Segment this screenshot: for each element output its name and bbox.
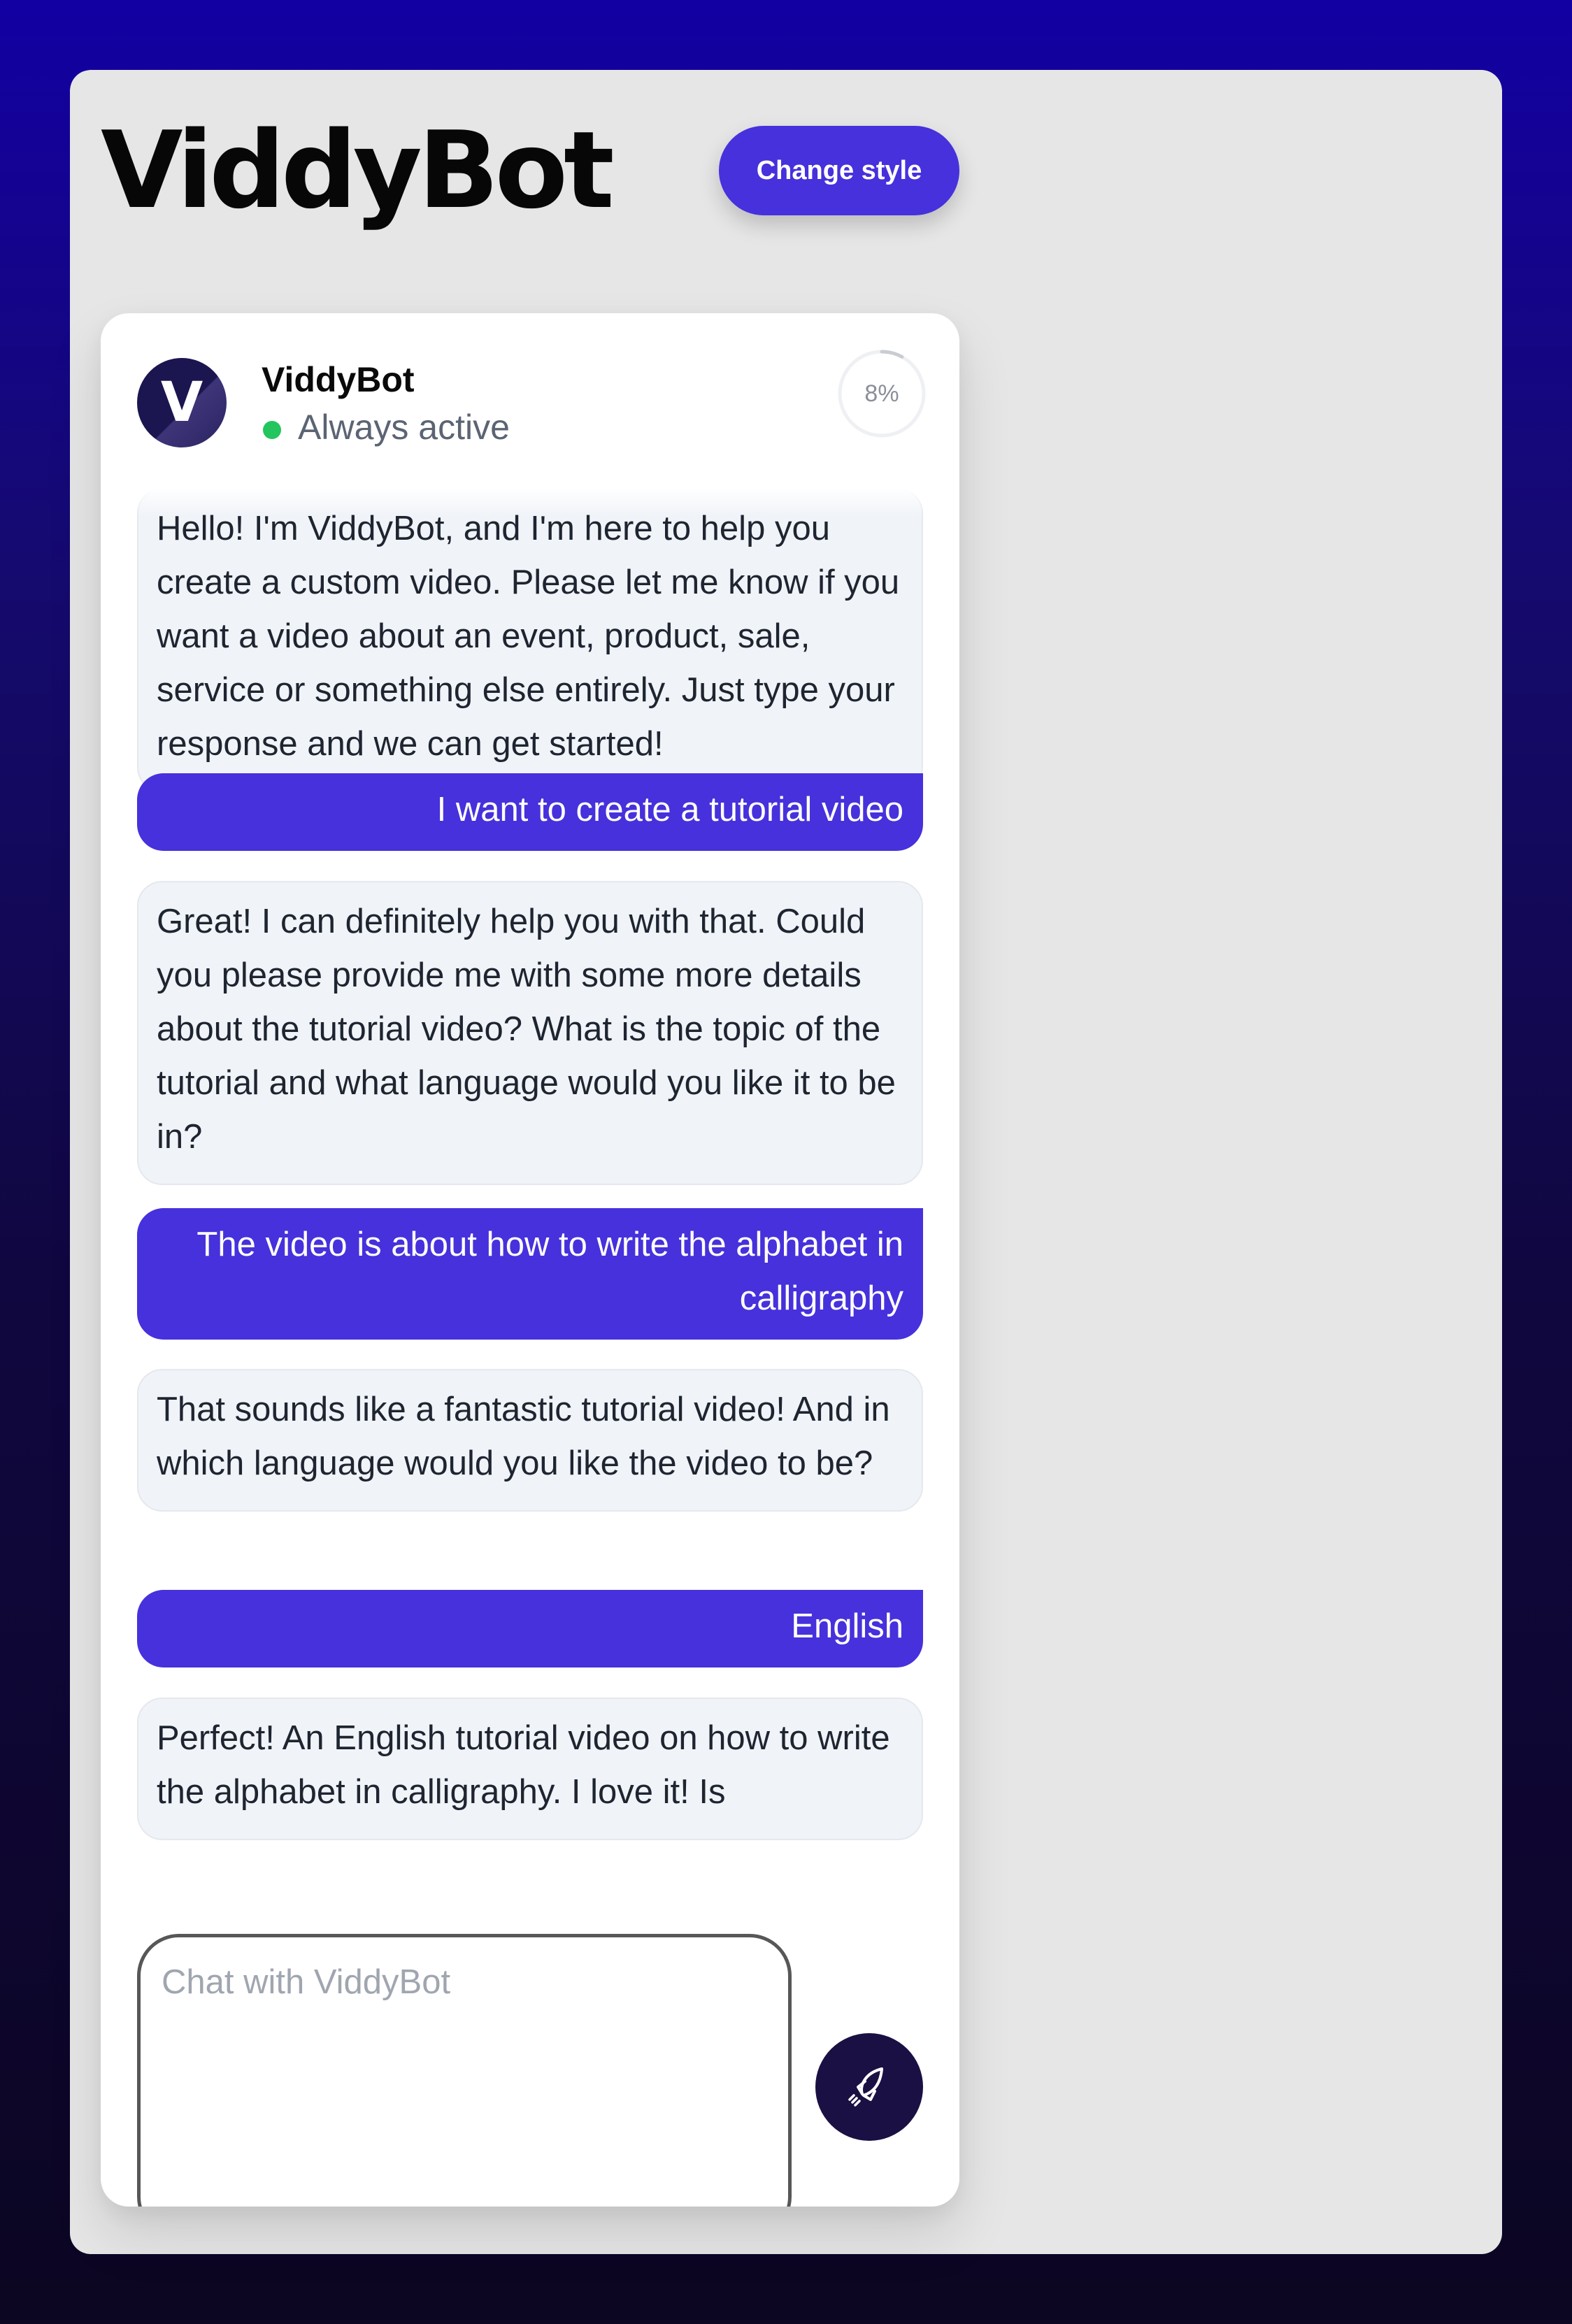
- status-dot-icon: [263, 421, 281, 439]
- change-style-button[interactable]: Change style: [719, 126, 959, 215]
- avatar-letter: V: [160, 371, 203, 434]
- chat-input[interactable]: [137, 1934, 792, 2207]
- bot-name: ViddyBot: [262, 360, 415, 399]
- bot-message: Perfect! An English tutorial video on ho…: [137, 1698, 923, 1840]
- bot-message: Great! I can definitely help you with th…: [137, 881, 923, 1185]
- avatar: V: [137, 358, 227, 447]
- user-message: I want to create a tutorial video: [137, 773, 923, 851]
- app-title: ViddyBot: [101, 108, 615, 232]
- status-text: Always active: [298, 408, 510, 447]
- user-message: English: [137, 1590, 923, 1667]
- progress-label: 8%: [864, 380, 899, 407]
- bot-message: That sounds like a fantastic tutorial vi…: [137, 1369, 923, 1512]
- bot-message: Hello! I'm ViddyBot, and I'm here to hel…: [137, 488, 923, 792]
- user-message: The video is about how to write the alph…: [137, 1208, 923, 1340]
- rocket-icon: [848, 2067, 883, 2107]
- progress-ring: 8%: [836, 348, 927, 439]
- chat-panel: V ViddyBot Always active 8% Hello! I'm V…: [101, 313, 959, 2207]
- app-card: ViddyBot Change style V ViddyBot Always …: [70, 70, 1502, 2254]
- send-button[interactable]: [815, 2033, 923, 2141]
- message-list: Hello! I'm ViddyBot, and I'm here to hel…: [137, 488, 923, 1860]
